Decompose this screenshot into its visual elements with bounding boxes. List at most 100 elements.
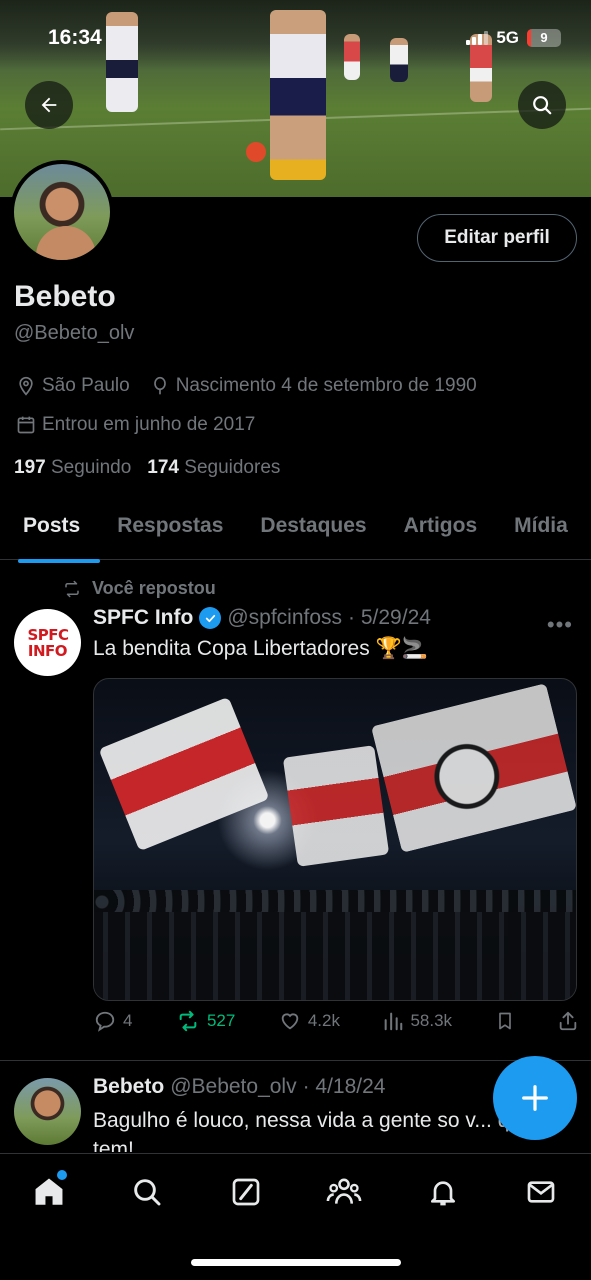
views-button[interactable]: 58.3k [382, 1010, 452, 1032]
profile-joined-row: Entrou em junho de 2017 [16, 414, 255, 436]
nav-home[interactable] [29, 1170, 69, 1212]
tab-label: Respostas [117, 514, 224, 537]
views-icon [385, 1012, 403, 1031]
tab-destaques[interactable]: Destaques [237, 500, 380, 559]
views-count: 58.3k [410, 1011, 453, 1030]
signal-icon [466, 31, 489, 45]
banner-ball [246, 142, 266, 162]
location-pin-icon [19, 376, 33, 396]
nav-search[interactable] [127, 1172, 167, 1212]
reply-count: 4 [123, 1011, 133, 1030]
repost-button[interactable]: 527 [175, 1010, 235, 1032]
reply-button[interactable]: 4 [93, 1010, 132, 1032]
back-button[interactable] [25, 81, 73, 129]
search-button[interactable] [518, 81, 566, 129]
following-link[interactable]: 197 Seguindo [14, 457, 131, 479]
post-author-handle[interactable]: @spfcinfoss [227, 606, 342, 630]
share-button[interactable] [557, 1010, 579, 1032]
nav-grok[interactable] [226, 1172, 266, 1212]
profile-name: Bebeto [14, 280, 116, 313]
tab-artigos[interactable]: Artigos [381, 500, 492, 559]
profile-avatar[interactable] [10, 160, 114, 264]
share-icon [559, 1011, 577, 1031]
balloon-icon [153, 376, 166, 395]
banner-player [106, 12, 138, 112]
repost-indicator: Você repostou [62, 578, 216, 599]
post-text: La bendita Copa Libertadores 🏆🚬 [93, 637, 428, 660]
notifications-icon [431, 1181, 455, 1206]
arrow-left-icon [41, 97, 57, 113]
spfc-logo: SPFC INFO [27, 625, 70, 660]
profile-birth: Nascimento 4 de setembro de 1990 [175, 375, 477, 396]
tab-label: Posts [23, 514, 81, 537]
post-date: · 5/29/24 [348, 606, 431, 629]
post-image[interactable] [93, 678, 577, 1001]
heart-icon [281, 1013, 299, 1030]
profile-joined: Entrou em junho de 2017 [42, 414, 256, 435]
flag-shape [370, 683, 576, 853]
tab-posts[interactable]: Posts [0, 500, 101, 563]
avatar-figure [36, 226, 96, 260]
repost-count: 527 [206, 1011, 236, 1030]
profile-handle: @Bebeto_olv [14, 322, 135, 344]
following-count: 197 [14, 457, 46, 478]
followers-count: 174 [147, 457, 179, 478]
post-author-avatar[interactable] [14, 1078, 81, 1145]
status-time: 16:34 [48, 26, 102, 49]
flag-shape [98, 696, 270, 852]
notification-dot [57, 1170, 67, 1180]
post-author-name[interactable]: SPFC Info [93, 606, 193, 630]
compose-post-button[interactable] [493, 1056, 577, 1140]
post-date: · 4/18/24 [302, 1075, 386, 1098]
repost-icon [65, 580, 79, 597]
active-tab-indicator [18, 559, 101, 563]
followers-link[interactable]: 174 Seguidores [147, 457, 280, 479]
tab-respostas[interactable]: Respostas [94, 500, 237, 559]
banner-player [344, 34, 360, 80]
status-indicators: 5G 9 [466, 28, 561, 48]
communities-icon [326, 1178, 362, 1204]
tab-label: Destaques [260, 514, 367, 537]
follow-stats: 197 Seguindo 174 Seguidores [14, 457, 280, 479]
post-author-handle[interactable]: @Bebeto_olv [170, 1075, 296, 1099]
messages-icon [527, 1181, 555, 1203]
post-divider [0, 1060, 591, 1061]
more-options-icon[interactable]: ••• [547, 612, 573, 638]
followers-label: Seguidores [184, 457, 281, 478]
tab-midia[interactable]: Mídia [491, 500, 582, 559]
network-label: 5G [496, 28, 519, 47]
edit-profile-button[interactable]: Editar perfil [417, 214, 577, 262]
following-label: Seguindo [50, 457, 132, 478]
profile-tabs: Posts Respostas Destaques Artigos Mídia [0, 500, 591, 563]
flag-shape [282, 745, 390, 867]
post-actions: 4 527 4.2k 58.3k [93, 1010, 579, 1032]
nav-notifications[interactable] [423, 1172, 463, 1212]
crowd-silhouette [94, 890, 576, 1000]
calendar-icon [17, 416, 35, 434]
grok-icon [232, 1178, 260, 1206]
nav-messages[interactable] [521, 1172, 561, 1212]
post-author-avatar[interactable]: SPFC INFO [14, 609, 81, 676]
home-indicator[interactable] [191, 1259, 401, 1266]
home-icon [35, 1178, 63, 1205]
repost-label: Você repostou [92, 578, 216, 598]
tab-label: Mídia [514, 514, 568, 537]
post-author-name[interactable]: Bebeto [93, 1075, 164, 1099]
profile-meta-row: São Paulo Nascimento 4 de setembro de 19… [16, 375, 477, 397]
plus-icon [522, 1085, 548, 1111]
banner-player [270, 10, 326, 180]
bookmark-icon [498, 1012, 511, 1030]
like-button[interactable]: 4.2k [278, 1010, 340, 1032]
like-count: 4.2k [307, 1011, 340, 1030]
post-text: Bagulho é louco, nessa vida a gente so v… [93, 1109, 533, 1152]
tab-label: Artigos [403, 514, 478, 537]
battery-icon: 9 [527, 29, 561, 47]
reply-icon [95, 1011, 115, 1032]
post-header: SPFC Info @spfcinfoss · 5/29/24 [93, 606, 431, 630]
nav-communities[interactable] [324, 1172, 364, 1212]
search-icon [533, 96, 552, 115]
verified-badge-icon [199, 607, 222, 629]
search-icon [134, 1179, 161, 1206]
profile-location: São Paulo [42, 375, 130, 396]
bookmark-button[interactable] [495, 1010, 515, 1032]
